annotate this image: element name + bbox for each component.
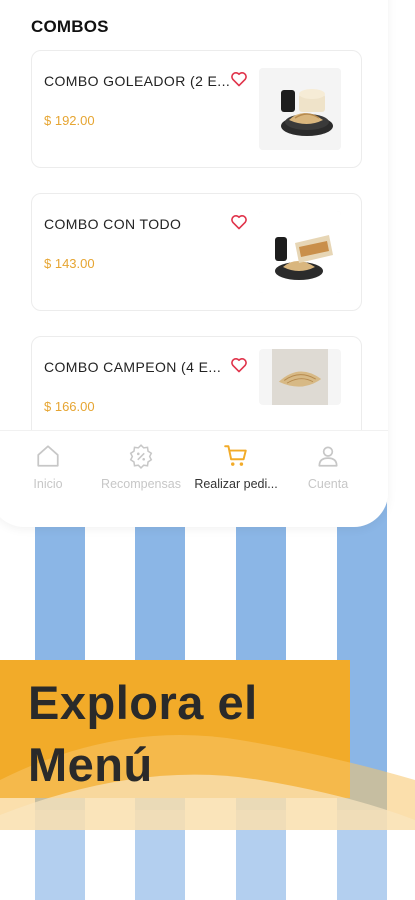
banner-line-2: Menú [28, 738, 153, 791]
percent-badge-icon [129, 444, 153, 469]
nav-label: Recompensas [101, 477, 181, 491]
nav-label: Cuenta [307, 477, 349, 491]
section-title: COMBOS [31, 17, 109, 36]
combo-con-todo-photo [259, 211, 341, 293]
cart-icon [224, 445, 247, 466]
nav-item-inicio[interactable]: Inicio [18, 431, 78, 508]
phone-screen: COMBOS COMBO GOLEADOR (2 E... $ 192.00 C… [0, 0, 388, 527]
promo-screen: COMBOS COMBO GOLEADOR (2 E... $ 192.00 C… [0, 0, 415, 900]
combo-campeon-photo [259, 349, 341, 405]
nav-item-realizar-pedido[interactable]: Realizar pedi... [188, 431, 284, 508]
combo-name: COMBO CAMPEON (4 E... [44, 359, 222, 375]
heart-outline-icon[interactable] [230, 71, 248, 87]
nav-item-cuenta[interactable]: Cuenta [298, 431, 358, 508]
combo-name: COMBO GOLEADOR (2 E... [44, 73, 231, 89]
nav-label: Realizar pedi... [194, 477, 278, 491]
banner-headline: Explora el Menú [28, 672, 258, 796]
combo-card-goleador[interactable]: COMBO GOLEADOR (2 E... $ 192.00 [31, 50, 362, 168]
nav-label: Inicio [33, 477, 63, 491]
combo-price: $ 192.00 [44, 113, 95, 128]
combo-name: COMBO CON TODO [44, 216, 182, 232]
combo-card-con-todo[interactable]: COMBO CON TODO $ 143.00 [31, 193, 362, 311]
nav-item-recompensas[interactable]: Recompensas [96, 431, 186, 508]
combo-price: $ 166.00 [44, 399, 95, 414]
combo-price: $ 143.00 [44, 256, 95, 271]
banner-line-1: Explora el [28, 676, 258, 729]
heart-outline-icon[interactable] [230, 357, 248, 373]
heart-outline-icon[interactable] [230, 214, 248, 230]
user-icon [318, 446, 338, 467]
home-icon [37, 445, 59, 467]
combo-goleador-photo [259, 68, 341, 150]
bottom-navigation: Inicio Recompensas Realizar pedi... Cuen… [0, 430, 388, 507]
